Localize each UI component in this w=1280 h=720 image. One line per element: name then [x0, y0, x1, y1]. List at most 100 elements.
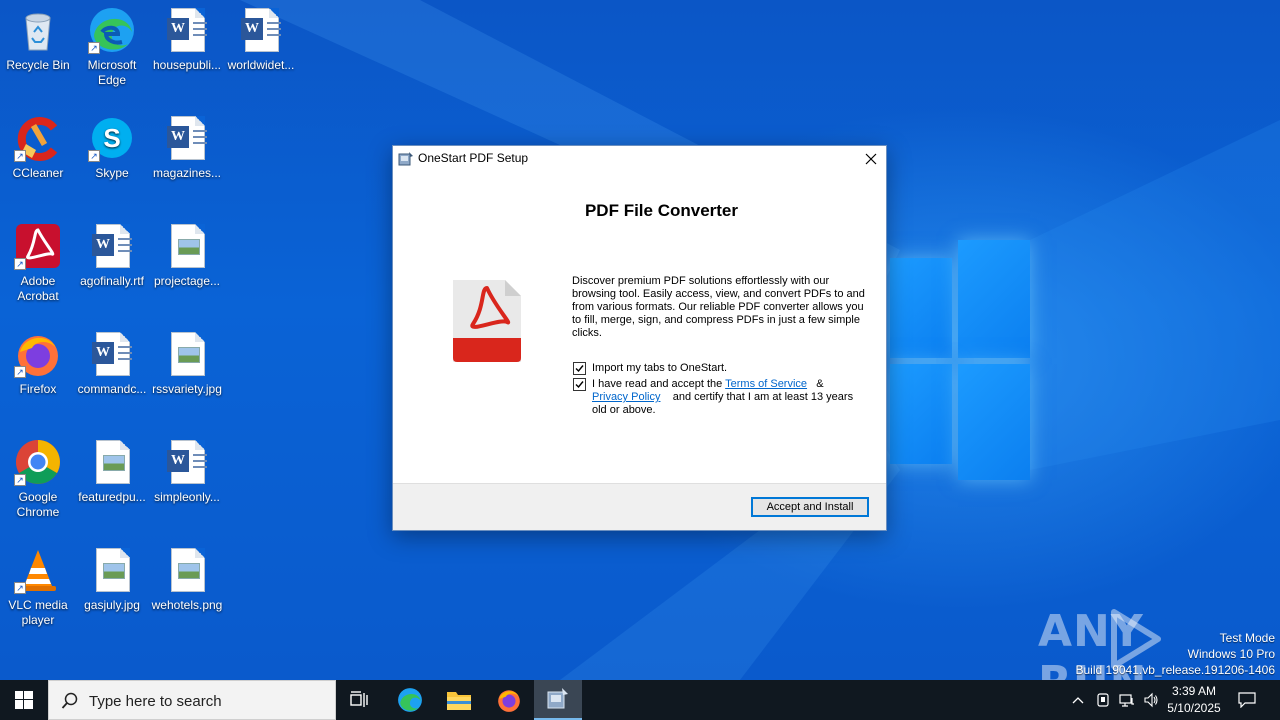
- shortcut-arrow-icon: ↗: [14, 150, 26, 162]
- dialog-description: Discover premium PDF solutions effortles…: [572, 275, 865, 339]
- desktop-icon-label: projectage...: [153, 274, 221, 288]
- os-info: Test Mode Windows 10 Pro Build 19041.vb_…: [1076, 630, 1276, 678]
- desktop-icon-ccleaner[interactable]: ↗ CCleaner: [0, 108, 76, 208]
- taskbar-setup-button[interactable]: [534, 680, 582, 720]
- vlc-icon: ↗: [14, 546, 62, 594]
- desktop-icon-label: VLC media player: [8, 598, 68, 627]
- installer-icon: [547, 688, 568, 709]
- show-hidden-icons-button[interactable]: [1068, 680, 1088, 720]
- checkmark-icon: [575, 365, 584, 373]
- desktop-icon-skype[interactable]: S ↗ Skype: [74, 108, 150, 208]
- desktop-icon-gasjuly-jpg[interactable]: gasjuly.jpg: [74, 540, 150, 640]
- desktop-icon-label: Microsoft Edge: [87, 58, 137, 87]
- skype-icon: S ↗: [88, 114, 136, 162]
- dialog-title: OneStart PDF Setup: [418, 151, 529, 165]
- desktop-icon-rssvariety-jpg[interactable]: rssvariety.jpg: [149, 324, 225, 424]
- desktop-icon-simpleonly[interactable]: W simpleonly...: [149, 432, 225, 532]
- desktop-icon-label: Skype: [95, 166, 129, 180]
- tray-volume-button[interactable]: [1140, 680, 1162, 720]
- tray-device-button[interactable]: [1092, 680, 1114, 720]
- desktop-icon-label: CCleaner: [12, 166, 64, 180]
- desktop-icon-agofinally-rtf[interactable]: W agofinally.rtf: [74, 216, 150, 316]
- device-icon: [1097, 693, 1109, 707]
- chrome-icon: ↗: [14, 438, 62, 486]
- shortcut-arrow-icon: ↗: [88, 42, 100, 54]
- dialog-footer: Accept and Install: [393, 483, 886, 530]
- ccleaner-icon: ↗: [14, 114, 62, 162]
- dialog-titlebar[interactable]: OneStart PDF Setup: [393, 146, 886, 172]
- desktop-icon-recycle-bin[interactable]: Recycle Bin: [0, 0, 76, 100]
- desktop-icon-label: gasjuly.jpg: [84, 598, 140, 612]
- action-center-button[interactable]: [1232, 680, 1262, 720]
- desktop-icon-label: Recycle Bin: [6, 58, 70, 72]
- accept-and-install-button[interactable]: Accept and Install: [751, 497, 869, 517]
- search-icon: [61, 692, 78, 709]
- accept-prefix-text: I have read and accept the: [592, 378, 723, 390]
- chevron-up-icon: [1072, 697, 1084, 704]
- test-mode-text: Test Mode: [1219, 631, 1275, 645]
- taskbar: Type here to search 3:39 AM 5/10/2025: [0, 680, 1280, 720]
- notification-icon: [1238, 692, 1256, 708]
- desktop-icon-label: worldwidet...: [227, 58, 295, 72]
- taskbar-search-box[interactable]: Type here to search: [48, 680, 336, 720]
- desktop-icon-label: wehotels.png: [151, 598, 223, 612]
- desktop-icon-firefox[interactable]: ↗ Firefox: [0, 324, 76, 424]
- taskbar-clock[interactable]: 3:39 AM 5/10/2025: [1162, 683, 1226, 717]
- word-document-icon: W: [163, 438, 211, 486]
- ampersand-text: &: [816, 378, 824, 390]
- desktop-icon-magazines[interactable]: W magazines...: [149, 108, 225, 208]
- image-file-icon: [163, 330, 211, 378]
- close-button[interactable]: [856, 146, 886, 172]
- desktop-icon-label: Firefox: [19, 382, 57, 396]
- desktop-icon-projectage[interactable]: projectage...: [149, 216, 225, 316]
- network-icon: [1119, 694, 1134, 707]
- import-tabs-checkbox[interactable]: [573, 362, 586, 375]
- task-view-button[interactable]: [336, 680, 384, 720]
- desktop-icon-microsoft-edge[interactable]: ↗ Microsoft Edge: [74, 0, 150, 100]
- taskbar-firefox-button[interactable]: [485, 680, 533, 720]
- word-document-icon: W: [163, 6, 211, 54]
- desktop-icon-housepubli[interactable]: W housepubli...: [149, 0, 225, 100]
- checkmark-icon: [575, 381, 584, 389]
- accept-terms-option: I have read and accept the Terms of Serv…: [573, 378, 863, 418]
- accept-terms-label: I have read and accept the Terms of Serv…: [592, 378, 860, 417]
- desktop-icon-label: Google Chrome: [16, 490, 60, 519]
- privacy-policy-link[interactable]: Privacy Policy: [592, 391, 660, 403]
- installer-icon: [398, 151, 414, 167]
- desktop-icon-label: Adobe Acrobat: [17, 274, 59, 303]
- desktop-icon-adobe-acrobat[interactable]: ↗ Adobe Acrobat: [0, 216, 76, 316]
- desktop-icon-label: rssvariety.jpg: [152, 382, 222, 396]
- word-document-icon: W: [237, 6, 285, 54]
- desktop-icon-google-chrome[interactable]: ↗ Google Chrome: [0, 432, 76, 532]
- accept-terms-checkbox[interactable]: [573, 378, 586, 391]
- desktop-icon-wehotels-png[interactable]: wehotels.png: [149, 540, 225, 640]
- desktop-icon-label: agofinally.rtf: [80, 274, 144, 288]
- image-file-icon: [88, 438, 136, 486]
- desktop-icon-commandc[interactable]: W commandc...: [74, 324, 150, 424]
- taskbar-edge-button[interactable]: [386, 680, 434, 720]
- adobe-acrobat-icon: ↗: [14, 222, 62, 270]
- pdf-file-icon: [453, 278, 523, 364]
- search-placeholder: Type here to search: [89, 693, 222, 710]
- firefox-icon: [498, 690, 520, 712]
- import-tabs-option: Import my tabs to OneStart.: [573, 362, 863, 376]
- task-view-icon: [350, 691, 368, 707]
- desktop-icon-worldwidet[interactable]: W worldwidet...: [223, 0, 299, 100]
- image-file-icon: [163, 222, 211, 270]
- import-tabs-label: Import my tabs to OneStart.: [592, 362, 728, 374]
- edge-icon: [398, 688, 422, 712]
- image-file-icon: [163, 546, 211, 594]
- tray-network-button[interactable]: [1116, 680, 1138, 720]
- word-document-icon: W: [163, 114, 211, 162]
- windows-logo-wallpaper: [890, 240, 1030, 480]
- edge-icon: ↗: [88, 6, 136, 54]
- windows-start-icon: [15, 691, 33, 709]
- desktop-icon-label: magazines...: [152, 166, 222, 180]
- shortcut-arrow-icon: ↗: [14, 582, 26, 594]
- desktop-icon-featuredpu[interactable]: featuredpu...: [74, 432, 150, 532]
- desktop-icon-vlc[interactable]: ↗ VLC media player: [0, 540, 76, 640]
- taskbar-file-explorer-button[interactable]: [435, 680, 483, 720]
- svg-text:S: S: [103, 123, 120, 153]
- terms-of-service-link[interactable]: Terms of Service: [725, 378, 807, 390]
- start-button[interactable]: [0, 680, 48, 720]
